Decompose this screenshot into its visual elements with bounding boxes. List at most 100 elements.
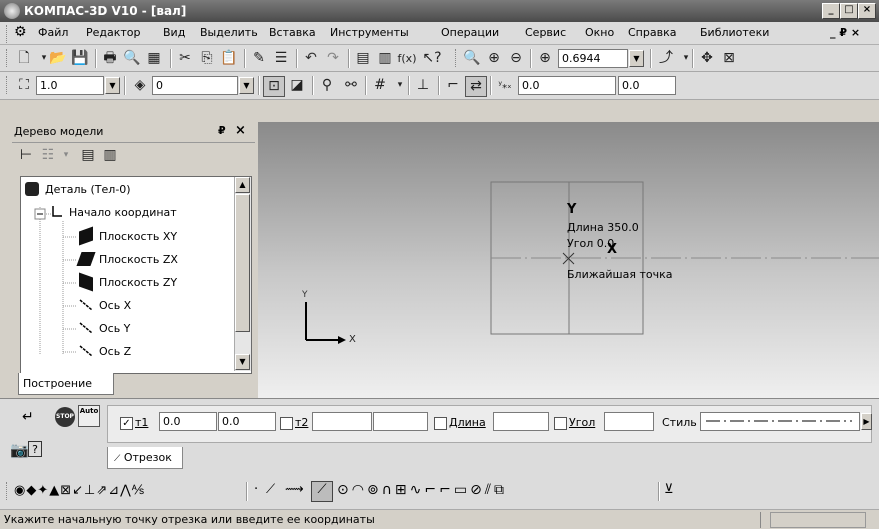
- polyline-icon[interactable]: ⟿: [285, 482, 304, 497]
- zoom-out-icon[interactable]: ⊖: [506, 49, 526, 68]
- grid-step-icon[interactable]: ⛶: [14, 76, 34, 95]
- chevron-right-icon[interactable]: ▶: [861, 413, 872, 430]
- toolbar-grip[interactable]: [455, 49, 459, 67]
- print-icon[interactable]: 🖶: [100, 49, 120, 68]
- angle-field[interactable]: [604, 412, 654, 431]
- menu-tools[interactable]: Инструменты: [330, 26, 409, 39]
- toolbar-grip[interactable]: [6, 49, 10, 67]
- t1-y-field[interactable]: 0.0: [218, 412, 276, 431]
- tree-structure-icon[interactable]: ⊢: [16, 146, 36, 165]
- length-checkbox[interactable]: [434, 417, 447, 430]
- menu-editor[interactable]: Редактор: [86, 26, 141, 39]
- scroll-up-icon[interactable]: ▲: [235, 177, 250, 193]
- local-cs-icon[interactable]: ⊥: [413, 76, 433, 95]
- parametric-icon[interactable]: ◪: [287, 76, 307, 95]
- properties-icon[interactable]: ✎: [249, 49, 269, 68]
- list-icon[interactable]: ☰: [271, 49, 291, 68]
- t1-x-field[interactable]: 0.0: [159, 412, 217, 431]
- auto-button[interactable]: Auto: [78, 405, 100, 427]
- orientation-icon[interactable]: ⤴: [656, 49, 676, 68]
- menu-select[interactable]: Выделить: [200, 26, 258, 39]
- close-button[interactable]: ×: [858, 3, 876, 19]
- menu-file[interactable]: Файл: [38, 26, 68, 39]
- chevron-down-icon[interactable]: ▼: [629, 50, 644, 67]
- enter-icon[interactable]: ↵: [22, 409, 34, 425]
- document-icon[interactable]: ⚙: [14, 24, 27, 40]
- t2-y-field[interactable]: [373, 412, 428, 431]
- help-pointer-icon[interactable]: ↖?: [422, 49, 442, 68]
- toolbar-grip[interactable]: [6, 482, 10, 500]
- chevron-down-icon[interactable]: ▼: [105, 77, 120, 94]
- toolbar-grip[interactable]: [6, 76, 10, 94]
- tree-sort-icon[interactable]: ▥: [100, 146, 120, 165]
- tab-construction[interactable]: Построение: [18, 373, 114, 395]
- library-icon[interactable]: ▥: [375, 49, 395, 68]
- menu-operations[interactable]: Операции: [441, 26, 499, 39]
- ortho-icon[interactable]: ⌐: [443, 76, 463, 95]
- minimize-button[interactable]: _: [822, 3, 840, 19]
- tree-view-icon[interactable]: ☷: [38, 146, 58, 165]
- function-icon[interactable]: f(x): [397, 49, 417, 68]
- grid-icon[interactable]: #: [370, 76, 390, 95]
- new-file-icon[interactable]: 🗋: [14, 49, 34, 68]
- menu-view[interactable]: Вид: [163, 26, 185, 39]
- pin-icon[interactable]: ₽: [218, 124, 226, 137]
- cut-icon[interactable]: ✂: [175, 49, 195, 68]
- stop-button[interactable]: STOP: [55, 407, 75, 427]
- menu-service[interactable]: Сервис: [525, 26, 566, 39]
- maximize-button[interactable]: □: [840, 3, 858, 19]
- menu-insert[interactable]: Вставка: [269, 26, 316, 39]
- zoom-window-icon[interactable]: 🔍: [462, 49, 482, 68]
- auxiliary-line-icon[interactable]: ⟋: [266, 482, 275, 497]
- print-setup-icon[interactable]: ▦: [144, 49, 164, 68]
- chevron-down-icon[interactable]: ▾: [56, 146, 76, 165]
- t2-checkbox[interactable]: [280, 417, 293, 430]
- undo-icon[interactable]: ↶: [301, 49, 321, 68]
- t2-x-field[interactable]: [312, 412, 372, 431]
- curve-tools-icons[interactable]: ⊙◠⊚∩⊞∿⌐⌐▭⊘⫽⧉: [337, 482, 507, 498]
- tree-scrollbar[interactable]: ▲ ▼: [234, 177, 251, 371]
- manager-icon[interactable]: ▤: [353, 49, 373, 68]
- layer-icon[interactable]: ◈: [130, 76, 150, 95]
- insert-icon[interactable]: ⊻: [664, 482, 674, 497]
- snap-icon[interactable]: ⚲: [317, 76, 337, 95]
- angle-checkbox[interactable]: [554, 417, 567, 430]
- sketch-icon[interactable]: ⊡: [263, 76, 285, 97]
- paste-icon[interactable]: 📋: [219, 49, 239, 68]
- tab-segment[interactable]: ⟋ Отрезок: [107, 447, 183, 469]
- menu-window[interactable]: Окно: [585, 26, 614, 39]
- cursor-y-field[interactable]: 0.0: [618, 76, 676, 95]
- menu-grip[interactable]: [6, 25, 10, 43]
- save-icon[interactable]: 💾: [70, 49, 90, 68]
- scroll-down-icon[interactable]: ▼: [235, 354, 250, 370]
- zoom-value-field[interactable]: 0.6944: [558, 49, 628, 68]
- layer-field[interactable]: 0: [152, 76, 238, 95]
- fit-all-icon[interactable]: ⊠: [719, 49, 739, 68]
- model-viewport[interactable]: Y X Y Длина 350.0 Угол 0.0 X Ближайшая т…: [258, 122, 879, 398]
- mdi-controls[interactable]: _ ₽ ×: [830, 26, 860, 39]
- scroll-thumb[interactable]: [235, 194, 250, 332]
- chevron-down-icon[interactable]: ▼: [239, 77, 254, 94]
- scale-field[interactable]: 1.0: [36, 76, 104, 95]
- tool-group-icons[interactable]: ◉◆✦▲⊠↙⊥⇗⊿⋀⅍: [14, 482, 145, 498]
- redo-icon[interactable]: ↷: [323, 49, 343, 68]
- copy-icon[interactable]: ⎘: [197, 49, 217, 68]
- length-field[interactable]: [493, 412, 549, 431]
- point-icon[interactable]: ·: [254, 482, 258, 497]
- preview-icon[interactable]: 🔍: [122, 49, 142, 68]
- style-select[interactable]: [700, 412, 860, 431]
- panel-close-icon[interactable]: ×: [235, 123, 246, 138]
- zoom-scale-icon[interactable]: ⊕: [535, 49, 555, 68]
- open-folder-icon[interactable]: 📂: [48, 49, 68, 68]
- zoom-in-icon[interactable]: ⊕: [484, 49, 504, 68]
- rounding-icon[interactable]: ⇄: [465, 76, 487, 97]
- pan-icon[interactable]: ✥: [697, 49, 717, 68]
- snap-local-icon[interactable]: ⚯: [341, 76, 361, 95]
- menu-help[interactable]: Справка: [628, 26, 676, 39]
- menu-libraries[interactable]: Библиотеки: [700, 26, 769, 39]
- help-icon[interactable]: ?: [28, 441, 42, 457]
- segment-tool-icon[interactable]: ⟋: [311, 481, 333, 502]
- cursor-x-field[interactable]: 0.0: [518, 76, 616, 95]
- chevron-down-icon[interactable]: ▾: [390, 76, 410, 95]
- t1-checkbox[interactable]: ✓: [120, 417, 133, 430]
